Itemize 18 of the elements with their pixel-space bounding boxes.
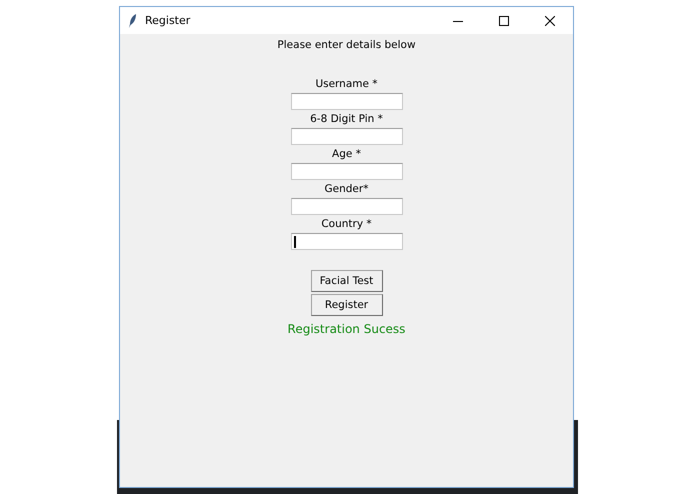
input-field[interactable] bbox=[290, 163, 402, 180]
input-field[interactable] bbox=[290, 233, 402, 250]
input-field[interactable] bbox=[290, 128, 402, 145]
field-label: 6-8 Digit Pin * bbox=[310, 112, 383, 127]
action-button[interactable]: Register bbox=[310, 294, 382, 316]
field-label: Gender* bbox=[324, 182, 368, 197]
window-title: Register bbox=[145, 14, 192, 27]
instruction-text: Please enter details below bbox=[277, 38, 416, 52]
status-message: Registration Sucess bbox=[288, 321, 406, 337]
input-field[interactable] bbox=[290, 93, 402, 110]
action-button[interactable]: Facial Test bbox=[310, 270, 382, 292]
maximize-icon[interactable] bbox=[499, 16, 509, 26]
close-icon[interactable] bbox=[545, 16, 555, 26]
field-label: Country * bbox=[321, 217, 372, 232]
input-field[interactable] bbox=[290, 198, 402, 215]
field-label: Age * bbox=[332, 147, 361, 162]
field-label: Username * bbox=[315, 77, 378, 92]
feather-icon bbox=[129, 14, 137, 28]
